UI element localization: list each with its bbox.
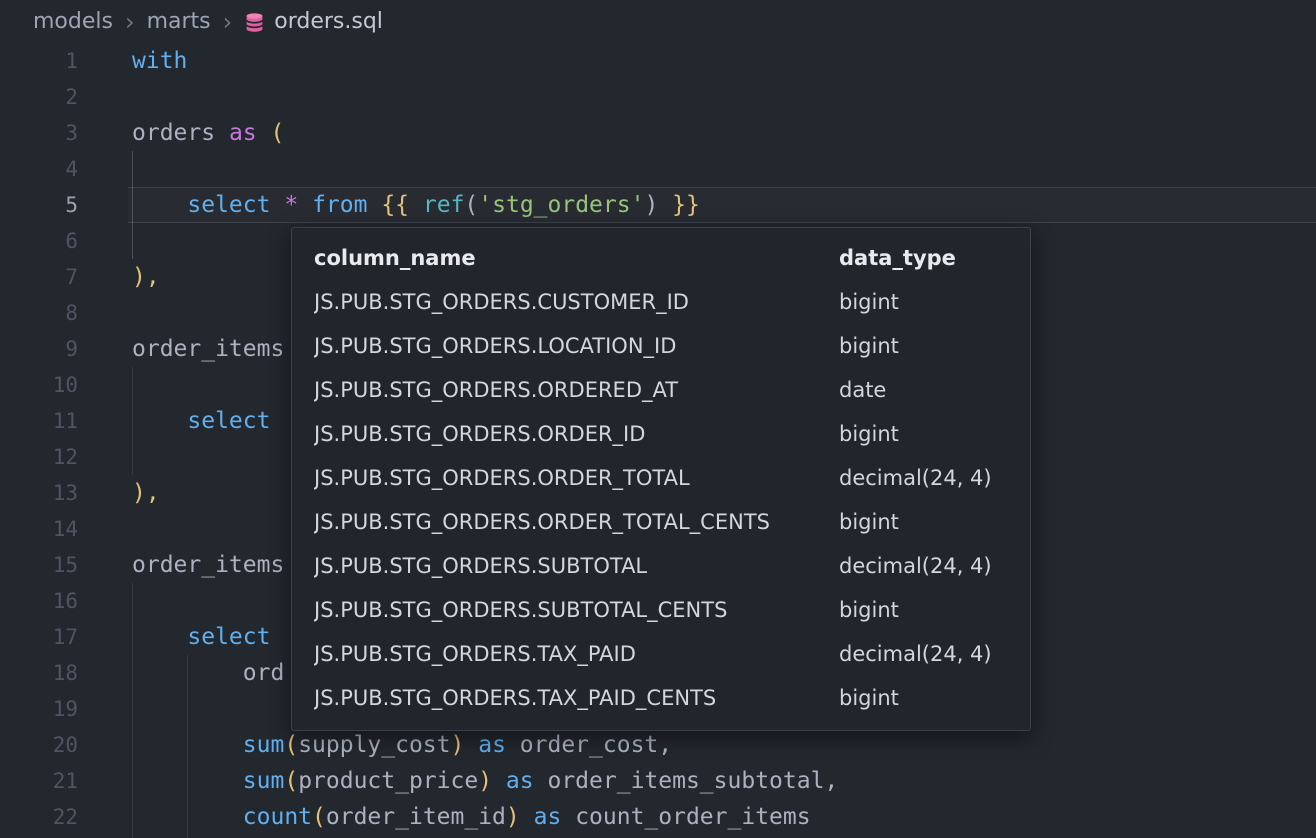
code-line-2[interactable]: 2 — [0, 79, 1316, 115]
column-name-cell: JS.PUB.STG_ORDERS.CUSTOMER_ID — [314, 290, 839, 314]
column-info-popup: column_name data_type JS.PUB.STG_ORDERS.… — [291, 227, 1031, 731]
code-text: select — [132, 619, 270, 655]
editor-window: models › marts › orders.sql 1 with 23 order… — [0, 0, 1316, 838]
column-name-cell: JS.PUB.STG_ORDERS.TAX_PAID — [314, 642, 839, 666]
code-line-4[interactable]: 4 — [0, 151, 1316, 187]
column-name-cell: JS.PUB.STG_ORDERS.LOCATION_ID — [314, 334, 839, 358]
breadcrumb-item-models[interactable]: models — [33, 9, 113, 34]
line-number: 14 — [0, 511, 78, 547]
data-type-cell: bigint — [839, 422, 1008, 446]
data-type-cell: bigint — [839, 334, 1008, 358]
popup-row: JS.PUB.STG_ORDERS.TAX_PAIDdecimal(24, 4) — [292, 632, 1030, 676]
line-number: 16 — [0, 583, 78, 619]
line-number: 2 — [0, 79, 78, 115]
code-line-20[interactable]: 20 sum(supply_cost) as order_cost, — [0, 727, 1316, 763]
line-number: 19 — [0, 691, 78, 727]
column-name-cell: JS.PUB.STG_ORDERS.TAX_PAID_CENTS — [314, 686, 839, 710]
code-text: order_items — [132, 331, 284, 367]
popup-header-column-name: column_name — [314, 246, 839, 270]
popup-header-row: column_name data_type — [292, 236, 1030, 280]
line-number: 12 — [0, 439, 78, 475]
data-type-cell: date — [839, 378, 1008, 402]
popup-row: JS.PUB.STG_ORDERS.TAX_PAID_CENTSbigint — [292, 676, 1030, 720]
code-text: count(order_item_id) as count_order_item… — [132, 799, 811, 835]
line-number: 7 — [0, 259, 78, 295]
line-number: 4 — [0, 151, 78, 187]
popup-header-data-type: data_type — [839, 246, 1008, 270]
popup-rows: JS.PUB.STG_ORDERS.CUSTOMER_IDbigintJS.PU… — [292, 280, 1030, 720]
column-name-cell: JS.PUB.STG_ORDERS.ORDER_TOTAL_CENTS — [314, 510, 839, 534]
popup-row: JS.PUB.STG_ORDERS.ORDER_TOTAL_CENTSbigin… — [292, 500, 1030, 544]
breadcrumb-separator-icon: › — [125, 10, 135, 34]
line-number: 13 — [0, 475, 78, 511]
popup-row: JS.PUB.STG_ORDERS.CUSTOMER_IDbigint — [292, 280, 1030, 324]
code-line-21[interactable]: 21 sum(product_price) as order_items_sub… — [0, 763, 1316, 799]
popup-row: JS.PUB.STG_ORDERS.LOCATION_IDbigint — [292, 324, 1030, 368]
code-line-22[interactable]: 22 count(order_item_id) as count_order_i… — [0, 799, 1316, 835]
code-text: sum(supply_cost) as order_cost, — [132, 727, 672, 763]
breadcrumb: models › marts › orders.sql — [0, 0, 1316, 43]
code-line-5[interactable]: 5 select * from {{ ref('stg_orders') }} — [0, 187, 1316, 223]
column-name-cell: JS.PUB.STG_ORDERS.SUBTOTAL_CENTS — [314, 598, 839, 622]
line-number: 22 — [0, 799, 78, 835]
line-number: 3 — [0, 115, 78, 151]
line-number: 21 — [0, 763, 78, 799]
line-number: 20 — [0, 727, 78, 763]
code-text: select — [132, 403, 270, 439]
column-name-cell: JS.PUB.STG_ORDERS.ORDER_TOTAL — [314, 466, 839, 490]
code-line-1[interactable]: 1 with — [0, 43, 1316, 79]
line-number: 1 — [0, 43, 78, 79]
code-text: orders as ( — [132, 115, 284, 151]
line-number: 11 — [0, 403, 78, 439]
breadcrumb-separator-icon: › — [223, 10, 233, 34]
code-text: ), — [132, 475, 160, 511]
popup-row: JS.PUB.STG_ORDERS.SUBTOTALdecimal(24, 4) — [292, 544, 1030, 588]
line-number: 5 — [0, 187, 78, 223]
code-text: select * from {{ ref('stg_orders') }} — [132, 187, 700, 223]
data-type-cell: bigint — [839, 510, 1008, 534]
line-number: 15 — [0, 547, 78, 583]
breadcrumb-item-marts[interactable]: marts — [147, 9, 211, 34]
code-text: with — [132, 43, 187, 79]
data-type-cell: bigint — [839, 290, 1008, 314]
column-name-cell: JS.PUB.STG_ORDERS.ORDERED_AT — [314, 378, 839, 402]
code-line-3[interactable]: 3 orders as ( — [0, 115, 1316, 151]
column-name-cell: JS.PUB.STG_ORDERS.SUBTOTAL — [314, 554, 839, 578]
code-text: sum(product_price) as order_items_subtot… — [132, 763, 838, 799]
code-text: ), — [132, 259, 160, 295]
data-type-cell: decimal(24, 4) — [839, 642, 1008, 666]
data-type-cell: bigint — [839, 598, 1008, 622]
code-text: ord — [132, 655, 284, 691]
popup-row: JS.PUB.STG_ORDERS.ORDERED_ATdate — [292, 368, 1030, 412]
popup-row: JS.PUB.STG_ORDERS.ORDER_IDbigint — [292, 412, 1030, 456]
data-type-cell: bigint — [839, 686, 1008, 710]
line-number: 6 — [0, 223, 78, 259]
line-number: 18 — [0, 655, 78, 691]
code-text: order_items — [132, 547, 284, 583]
line-number: 8 — [0, 295, 78, 331]
breadcrumb-item-file[interactable]: orders.sql — [274, 9, 383, 34]
popup-row: JS.PUB.STG_ORDERS.ORDER_TOTALdecimal(24,… — [292, 456, 1030, 500]
database-icon — [244, 11, 265, 34]
line-number: 9 — [0, 331, 78, 367]
line-number: 17 — [0, 619, 78, 655]
data-type-cell: decimal(24, 4) — [839, 466, 1008, 490]
data-type-cell: decimal(24, 4) — [839, 554, 1008, 578]
column-name-cell: JS.PUB.STG_ORDERS.ORDER_ID — [314, 422, 839, 446]
popup-row: JS.PUB.STG_ORDERS.SUBTOTAL_CENTSbigint — [292, 588, 1030, 632]
line-number: 10 — [0, 367, 78, 403]
